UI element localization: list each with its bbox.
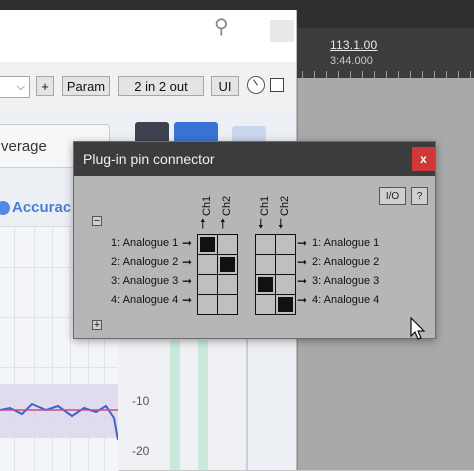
output-pin-cell-r3-c2[interactable] bbox=[276, 275, 295, 294]
arrow-down-icon: 🠗 bbox=[278, 216, 284, 231]
input-pin-cell-r4-c2[interactable] bbox=[218, 295, 237, 314]
input-pin-label: 4: Analogue 4 bbox=[111, 294, 179, 306]
arrow-up-icon: 🠕 bbox=[220, 216, 226, 231]
input-pin-cell-r2-c2[interactable] bbox=[218, 255, 237, 274]
input-pin-cell-r4-c1[interactable] bbox=[198, 295, 217, 314]
input-pin-cell-r1-c1[interactable] bbox=[198, 235, 217, 254]
meter-divider bbox=[246, 330, 248, 470]
output-pin-label: 3: Analogue 3 bbox=[312, 275, 380, 287]
arrow-right-icon: ➞ bbox=[297, 274, 308, 288]
ruler-time-measures: 113.1.00 bbox=[330, 38, 378, 52]
param-button[interactable]: Param bbox=[62, 76, 110, 96]
input-pin-cell-r1-c2[interactable] bbox=[218, 235, 237, 254]
mouse-cursor-icon bbox=[410, 317, 426, 340]
arrow-right-icon: ➞ bbox=[297, 255, 308, 269]
collapse-icon[interactable]: − bbox=[92, 216, 102, 227]
output-pin-cell-r1-c2[interactable] bbox=[276, 235, 295, 254]
output-channel-label: Ch2 bbox=[279, 195, 291, 216]
input-pin-matrix bbox=[197, 234, 238, 315]
output-pin-label: 4: Analogue 4 bbox=[312, 294, 380, 306]
input-pin-label: 1: Analogue 1 bbox=[111, 237, 179, 249]
arrow-down-icon: 🠗 bbox=[258, 216, 264, 231]
input-channel-label: Ch2 bbox=[221, 195, 233, 216]
help-button[interactable]: ? bbox=[411, 187, 428, 205]
dialog-title: Plug-in pin connector bbox=[83, 151, 215, 167]
fx-window-close-area[interactable] bbox=[270, 20, 294, 42]
output-pin-cell-r2-c2[interactable] bbox=[276, 255, 295, 274]
output-channel-label: Ch1 bbox=[259, 195, 271, 216]
meter-label: -20 bbox=[132, 444, 150, 458]
arrow-right-icon: ➞ bbox=[182, 255, 193, 269]
add-preset-button[interactable]: + bbox=[36, 76, 54, 96]
meter-bar-left bbox=[170, 340, 180, 470]
output-pin-label: 2: Analogue 2 bbox=[312, 256, 380, 268]
io-button[interactable]: I/O bbox=[379, 187, 406, 205]
arrow-right-icon: ➞ bbox=[182, 236, 193, 250]
output-pin-matrix bbox=[255, 234, 296, 315]
close-button[interactable]: x bbox=[412, 147, 435, 171]
output-pin-cell-r3-c1[interactable] bbox=[256, 275, 275, 294]
chevron-down-icon: ⌵ bbox=[16, 80, 25, 93]
output-pin-cell-r1-c1[interactable] bbox=[256, 235, 275, 254]
expand-icon[interactable]: + bbox=[92, 320, 102, 331]
output-pin-cell-r4-c1[interactable] bbox=[256, 295, 275, 314]
fx-window-titlebar[interactable] bbox=[0, 10, 296, 62]
input-pin-cell-r3-c2[interactable] bbox=[218, 275, 237, 294]
arrow-right-icon: ➞ bbox=[182, 274, 193, 288]
input-pin-label: 2: Analogue 2 bbox=[111, 256, 179, 268]
arrow-right-icon: ➞ bbox=[297, 236, 308, 250]
ui-button[interactable]: UI bbox=[211, 76, 239, 96]
meter-label: -10 bbox=[132, 394, 150, 408]
preset-dropdown[interactable]: ⌵ bbox=[0, 76, 30, 98]
input-pin-label: 3: Analogue 3 bbox=[111, 275, 179, 287]
io-mode-button[interactable]: 2 in 2 out bbox=[118, 76, 204, 96]
output-pin-label: 1: Analogue 1 bbox=[312, 237, 380, 249]
arrow-right-icon: ➞ bbox=[297, 293, 308, 307]
accuracy-label: Accurac bbox=[12, 199, 72, 216]
meter-bar-right bbox=[198, 340, 208, 470]
input-pin-cell-r2-c1[interactable] bbox=[198, 255, 217, 274]
pin-icon[interactable]: ⚲ bbox=[214, 14, 229, 39]
ruler-time-seconds: 3:44.000 bbox=[330, 55, 373, 67]
output-pin-cell-r4-c2[interactable] bbox=[276, 295, 295, 314]
response-curve bbox=[0, 402, 118, 441]
enable-checkbox[interactable] bbox=[270, 78, 284, 92]
arrow-up-icon: 🠕 bbox=[200, 216, 206, 231]
output-pin-cell-r2-c1[interactable] bbox=[256, 255, 275, 274]
input-channel-label: Ch1 bbox=[201, 195, 213, 216]
input-pin-cell-r3-c1[interactable] bbox=[198, 275, 217, 294]
timeline-ruler[interactable] bbox=[296, 28, 474, 78]
arrow-right-icon: ➞ bbox=[182, 293, 193, 307]
